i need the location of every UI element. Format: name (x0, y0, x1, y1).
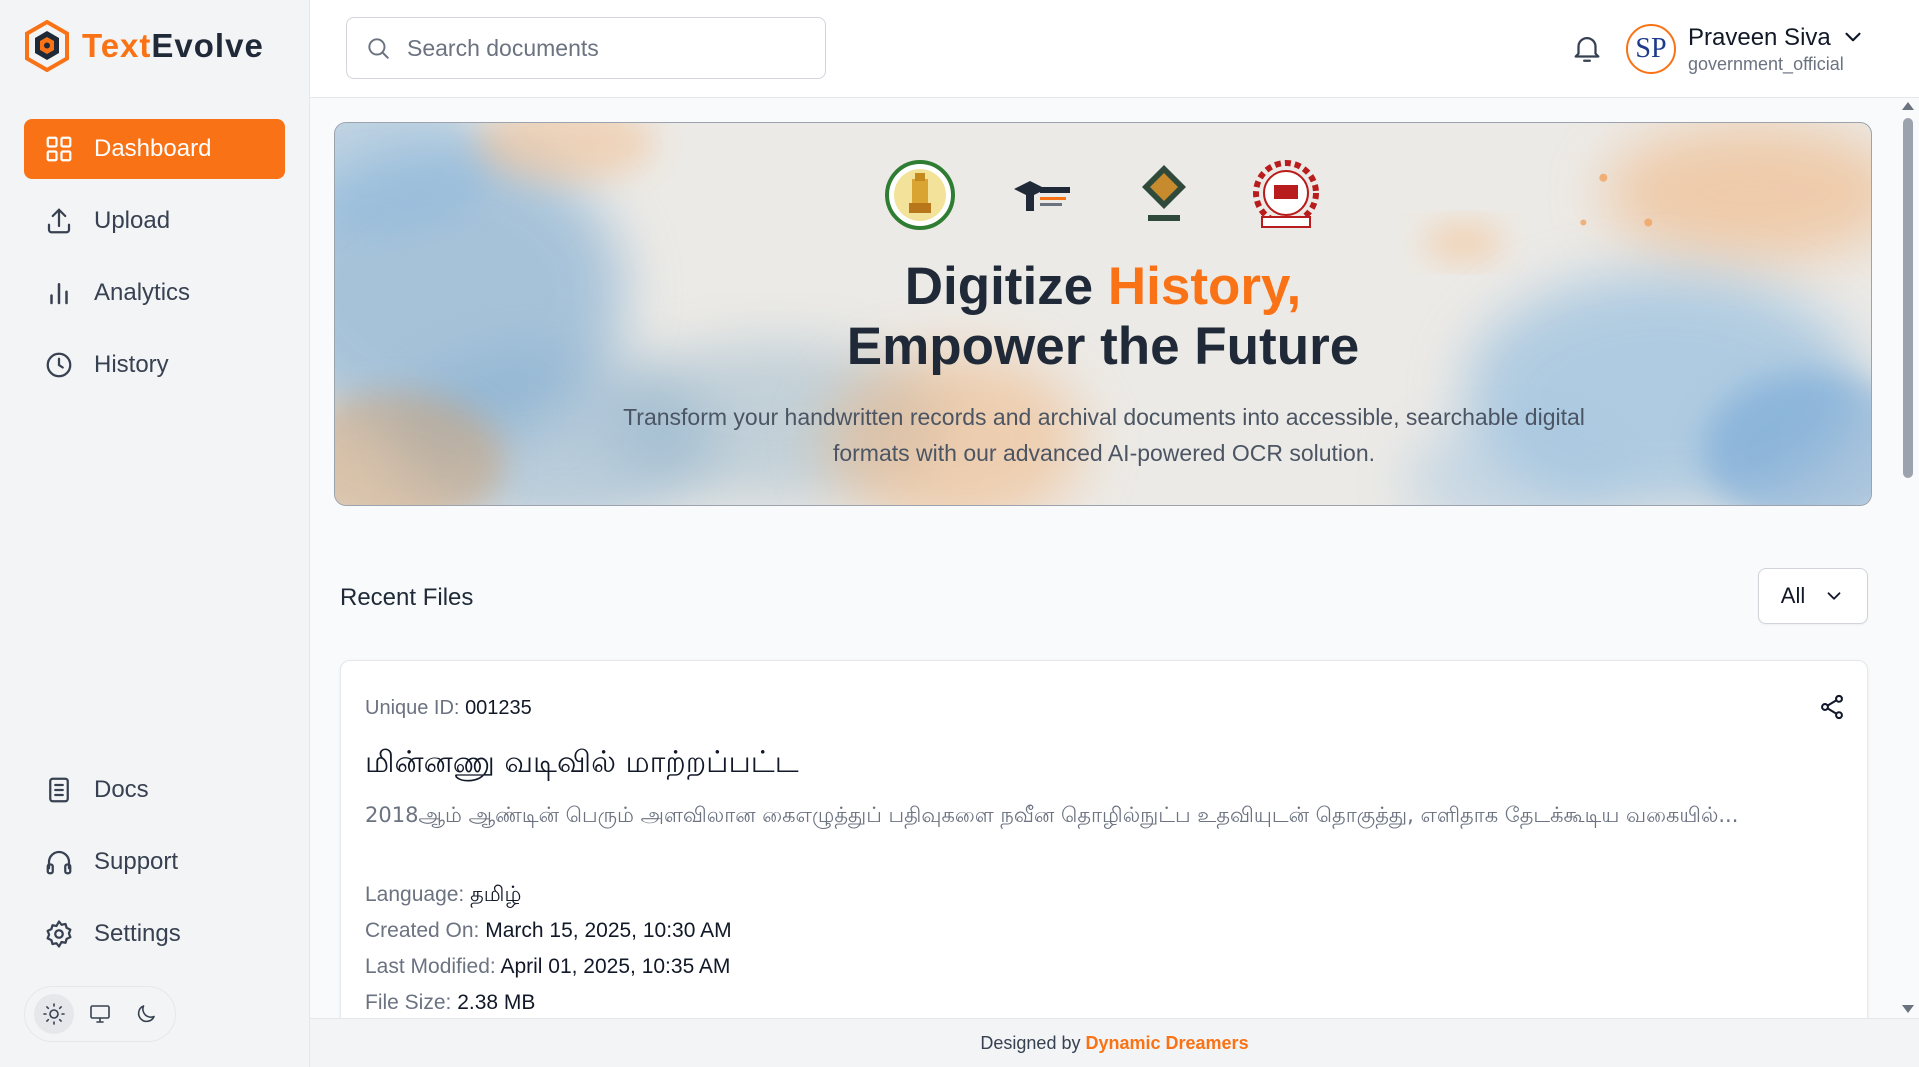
sidebar-item-label: Analytics (94, 279, 191, 306)
sidebar-item-label: Docs (94, 776, 149, 803)
hero-title-highlight: History, (1107, 257, 1302, 316)
notification-bell-icon[interactable] (1570, 30, 1604, 66)
bar-chart-icon (50, 283, 68, 305)
created-label: Created On: (365, 919, 480, 942)
sidebar-item-dashboard[interactable]: Dashboard (24, 119, 285, 179)
hero-subtitle: Transform your handwritten records and a… (623, 404, 1585, 466)
size-value: 2.38 MB (457, 991, 536, 1014)
size-label: File Size: (365, 991, 452, 1014)
theme-light-button[interactable] (34, 994, 74, 1034)
file-filter-dropdown[interactable]: All (1758, 568, 1868, 624)
gear-icon (46, 920, 72, 948)
file-last-modified: Last Modified: April 01, 2025, 10:35 AM (365, 955, 730, 979)
file-description: 2018ஆம் ஆண்டின் பெரும் அளவிலான கைஎழுத்து… (365, 803, 1739, 827)
monitor-icon (90, 1005, 110, 1023)
uid-value: 001235 (465, 697, 532, 719)
sidebar-item-history[interactable]: History (24, 335, 285, 395)
file-title[interactable]: மின்னணு வடிவில் மாற்றப்பட்ட (365, 745, 799, 784)
app-name-part2: Evolve (151, 27, 264, 64)
app-name: TextEvolve (82, 27, 264, 65)
language-label: Language: (365, 883, 465, 906)
file-size: File Size: 2.38 MB (365, 991, 535, 1015)
logo-hexagon-icon (25, 20, 69, 72)
created-value: March 15, 2025, 10:30 AM (485, 919, 732, 942)
search-input[interactable] (407, 34, 807, 62)
upload-icon (47, 208, 71, 234)
nool-thiruvizha-logo-icon (1142, 165, 1186, 221)
sidebar: TextEvolve Dashboard Upload Analytics Hi… (0, 0, 310, 1067)
sidebar-item-docs[interactable]: Docs (24, 760, 285, 820)
naan-mudhalvan-logo-icon (1014, 181, 1070, 211)
theme-switcher (24, 986, 176, 1042)
clock-icon (46, 352, 72, 378)
hero-title-line2: Empower the Future (846, 317, 1360, 376)
sidebar-item-label: History (94, 351, 169, 378)
search-box[interactable] (346, 17, 826, 79)
partner-emblems (335, 159, 1871, 231)
chevron-down-icon[interactable] (1840, 24, 1866, 50)
headphones-icon (46, 850, 72, 875)
hero-banner: Digitize History, Empower the Future Tra… (334, 122, 1872, 506)
user-avatar[interactable]: SP (1626, 24, 1676, 74)
file-created-on: Created On: March 15, 2025, 10:30 AM (365, 919, 732, 943)
avatar-initials: SP (1635, 33, 1667, 64)
sidebar-bottom-nav: Docs Support Settings (24, 760, 285, 976)
theme-system-button[interactable] (80, 994, 120, 1034)
modified-label: Last Modified: (365, 955, 496, 978)
sidebar-item-settings[interactable]: Settings (24, 904, 285, 964)
modified-value: April 01, 2025, 10:35 AM (500, 955, 731, 978)
sidebar-item-support[interactable]: Support (24, 832, 285, 892)
moon-icon (137, 1005, 155, 1023)
app-name-part1: Text (82, 27, 152, 64)
hero-title-part1: Digitize (904, 257, 1108, 316)
sun-icon (43, 1003, 65, 1025)
sidebar-item-upload[interactable]: Upload (24, 191, 285, 251)
main-content: Digitize History, Empower the Future Tra… (310, 98, 1919, 1018)
footer-prefix: Designed by (980, 1032, 1081, 1053)
footer: Designed by Dynamic Dreamers (310, 1018, 1919, 1067)
sidebar-nav: Dashboard Upload Analytics History (24, 119, 285, 407)
scroll-down-arrow-icon[interactable] (1902, 1005, 1914, 1013)
scroll-thumb[interactable] (1903, 118, 1913, 478)
main-scrollbar[interactable] (1899, 98, 1919, 1018)
sidebar-item-label: Settings (94, 920, 181, 947)
tn-government-emblem-icon (885, 160, 955, 230)
sidebar-item-label: Upload (94, 207, 171, 234)
sidebar-item-label: Dashboard (94, 135, 212, 162)
chevron-down-icon (1827, 592, 1841, 600)
share-icon[interactable] (1818, 693, 1846, 721)
sidebar-item-analytics[interactable]: Analytics (24, 263, 285, 323)
user-role: government_official (1688, 54, 1844, 74)
sidebar-item-label: Support (94, 848, 179, 875)
scroll-up-arrow-icon[interactable] (1902, 102, 1914, 110)
filter-value: All (1780, 583, 1806, 608)
hero-title: Digitize History, Empower the Future (335, 257, 1871, 377)
file-unique-id: Unique ID: 001235 (365, 697, 532, 720)
search-icon (368, 38, 389, 59)
recent-files-heading: Recent Files (340, 584, 474, 611)
footer-brand-link[interactable]: Dynamic Dreamers (1085, 1033, 1248, 1054)
app-logo[interactable]: TextEvolve (24, 20, 264, 72)
anna-university-emblem-icon (1253, 160, 1319, 228)
file-card[interactable]: Unique ID: 001235 மின்னணு வடிவில் மாற்றப… (340, 660, 1868, 1018)
file-language: Language: தமிழ் (365, 883, 521, 909)
user-name[interactable]: Praveen Siva (1688, 24, 1831, 52)
language-value: தமிழ் (470, 883, 522, 906)
uid-label: Unique ID: (365, 697, 460, 719)
grid-icon (46, 136, 72, 162)
document-icon (49, 777, 69, 803)
top-bar: SP Praveen Siva government_official (310, 0, 1919, 98)
theme-dark-button[interactable] (126, 994, 166, 1034)
